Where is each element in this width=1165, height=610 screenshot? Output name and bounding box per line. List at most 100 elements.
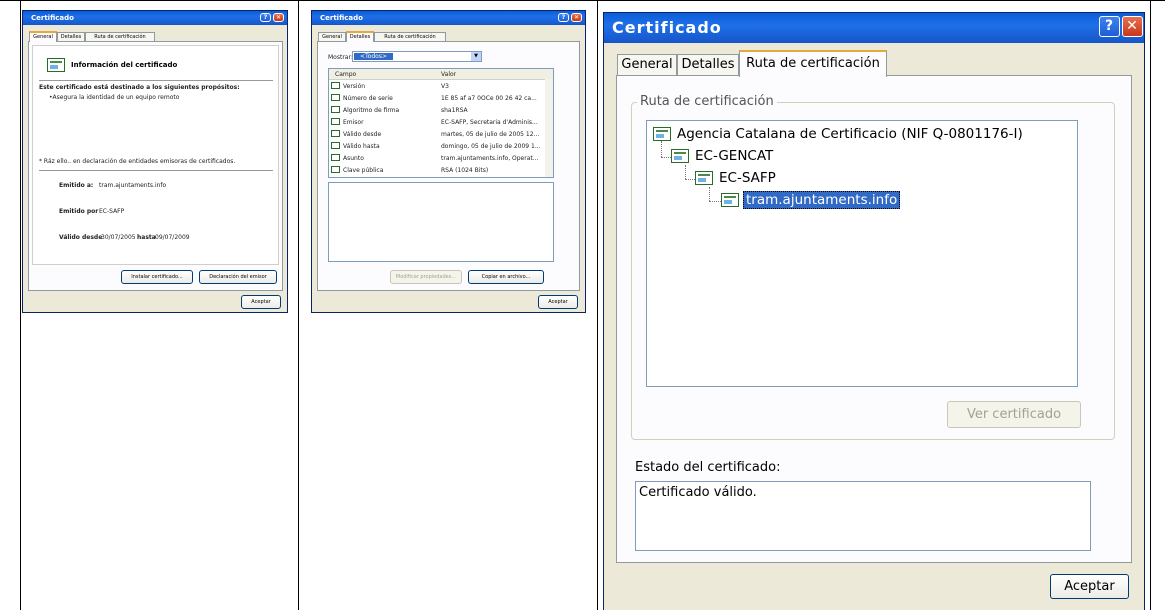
view-certificate-button[interactable]: Ver certificado	[947, 401, 1081, 428]
show-dropdown[interactable]: <Todos> ▼	[352, 51, 482, 62]
ok-button[interactable]: Aceptar	[538, 295, 578, 309]
tab-details[interactable]: Detalles	[677, 54, 739, 76]
tree-connector	[685, 179, 695, 180]
scrollbar[interactable]	[545, 79, 553, 177]
close-button[interactable]: ✕	[1122, 16, 1143, 37]
help-button[interactable]: ?	[260, 13, 271, 22]
show-label: Mostrar:	[328, 54, 353, 61]
value-detail-area[interactable]	[328, 182, 554, 262]
table-row[interactable]: Válido desde martes, 05 de julio de 2005 …	[329, 128, 545, 140]
certificate-window-details: Certificado ? ✕ General Detalles Ruta de…	[311, 10, 586, 313]
purpose-item: •Asegura la identidad de un equipo remot…	[49, 94, 180, 101]
ok-button[interactable]: Aceptar	[241, 295, 281, 309]
title-bar: Certificado ? ✕	[23, 11, 287, 25]
help-button[interactable]: ?	[1099, 16, 1120, 37]
field-name: Válido desde	[343, 131, 382, 138]
field-icon	[331, 166, 340, 173]
field-name: Algoritmo de firma	[343, 107, 400, 114]
table-divider-1	[298, 0, 299, 610]
field-icon	[331, 154, 340, 161]
table-row[interactable]: Válido hasta domingo, 05 de julio de 2009…	[329, 140, 545, 152]
tab-panel: Información del certificado Este certifi…	[28, 41, 283, 291]
field-value: RSA (1024 Bits)	[441, 167, 489, 174]
certificate-window-general: Certificado ? ✕ General Detalles Ruta de…	[22, 10, 288, 313]
tree-connector	[709, 201, 721, 202]
close-button[interactable]: ✕	[273, 13, 284, 22]
purpose-title: Este certificado está destinado a los si…	[39, 84, 240, 91]
status-value: Certificado válido.	[639, 485, 757, 500]
issued-by-label: Emitido por	[59, 208, 99, 215]
tree-node-label: Agencia Catalana de Certificacio (NIF Q-…	[677, 126, 1023, 142]
tree-node-label: EC-GENCAT	[695, 148, 774, 164]
certificate-icon	[47, 58, 65, 72]
issued-to-value: tram.ajuntaments.info	[99, 182, 167, 189]
field-name: Emisor	[343, 119, 364, 126]
tab-details[interactable]: Detalles	[346, 31, 374, 42]
certificate-icon	[653, 127, 671, 141]
path-tree[interactable]: Agencia Catalana de Certificacio (NIF Q-…	[646, 120, 1078, 387]
field-icon	[331, 82, 340, 89]
valid-from-label: Válido desde	[59, 234, 103, 241]
field-name: Versión	[343, 83, 366, 90]
certificate-window-path: Certificado ? ✕ General Detalles Ruta de…	[603, 12, 1145, 610]
info-heading: Información del certificado	[71, 61, 178, 69]
column-header[interactable]: Valor	[441, 71, 456, 78]
issued-to-label: Emitido a:	[59, 182, 94, 189]
table-row[interactable]: Algoritmo de firma sha1RSA	[329, 104, 545, 116]
certificate-icon	[695, 171, 713, 185]
table-row[interactable]: Versión V3	[329, 80, 545, 92]
status-textbox[interactable]: Certificado válido.	[635, 481, 1091, 551]
valid-to-label: hasta	[137, 234, 156, 241]
tree-node-label-selected: tram.ajuntaments.info	[743, 191, 901, 209]
field-value: EC-SAFP, Secretaria d'Adminis...	[441, 119, 538, 126]
tree-node-label: EC-SAFP	[719, 170, 776, 186]
tab-certification-path[interactable]: Ruta de certificación	[739, 50, 887, 77]
field-icon	[331, 130, 340, 137]
certificate-icon	[721, 193, 739, 207]
valid-to-value: 09/07/2009	[155, 234, 190, 241]
edit-properties-button[interactable]: Modificar propiedades...	[390, 270, 462, 284]
certificate-icon	[671, 149, 689, 163]
table-row[interactable]: Clave pública RSA (1024 Bits)	[329, 164, 545, 176]
table-row[interactable]: Emisor EC-SAFP, Secretaria d'Adminis...	[329, 116, 545, 128]
table-border-top	[0, 0, 1165, 1]
tree-connector	[685, 165, 686, 179]
chevron-down-icon[interactable]: ▼	[471, 52, 481, 61]
field-icon	[331, 142, 340, 149]
fields-list[interactable]: Campo Valor Versión V3 Número de serie 1E 8…	[328, 68, 554, 178]
field-name: Asunto	[343, 155, 364, 162]
window-title: Certificado	[31, 14, 74, 22]
install-certificate-button[interactable]: Instalar certificado...	[121, 270, 193, 284]
ok-button[interactable]: Aceptar	[1050, 574, 1129, 599]
tab-general[interactable]: General	[29, 31, 57, 42]
tree-connector	[661, 141, 662, 157]
tree-connector	[661, 157, 671, 158]
issued-by-value: EC-SAFP	[99, 208, 125, 215]
field-value: martes, 05 de julio de 2005 12...	[441, 131, 540, 138]
field-name: Número de serie	[343, 95, 393, 102]
field-value: 1E 85 af a7 0OCe 00 26 42 ca...	[441, 95, 537, 102]
field-icon	[331, 106, 340, 113]
window-title: Certificado	[320, 14, 363, 22]
field-value: sha1RSA	[441, 107, 468, 114]
copy-to-file-button[interactable]: Copiar en archivo...	[468, 270, 544, 284]
field-icon	[331, 94, 340, 101]
table-row[interactable]: Asunto tram.ajuntaments.info, Operat...	[329, 152, 545, 164]
table-row[interactable]: Número de serie 1E 85 af a7 0OCe 00 26 42…	[329, 92, 545, 104]
column-header[interactable]: Campo	[335, 71, 356, 78]
issuer-statement-button[interactable]: Declaración del emisor	[199, 270, 277, 284]
field-name: Clave pública	[343, 167, 384, 174]
tree-connector	[709, 187, 710, 201]
field-value: tram.ajuntaments.info, Operat...	[441, 155, 539, 162]
title-bar: Certificado ? ✕	[312, 11, 585, 25]
tab-general[interactable]: General	[617, 54, 677, 76]
valid-from-value: 30/07/2005	[101, 234, 136, 241]
cps-note: * Ráz ello.. en declaración de entidades…	[39, 158, 236, 165]
close-button[interactable]: ✕	[571, 13, 582, 22]
table-border-left	[20, 0, 21, 610]
help-button[interactable]: ?	[558, 13, 569, 22]
field-value: V3	[441, 83, 449, 90]
show-value: <Todos>	[354, 53, 393, 60]
tab-panel: Ruta de certificación Agencia Catalana d…	[616, 75, 1132, 563]
title-bar: Certificado ? ✕	[604, 13, 1144, 43]
